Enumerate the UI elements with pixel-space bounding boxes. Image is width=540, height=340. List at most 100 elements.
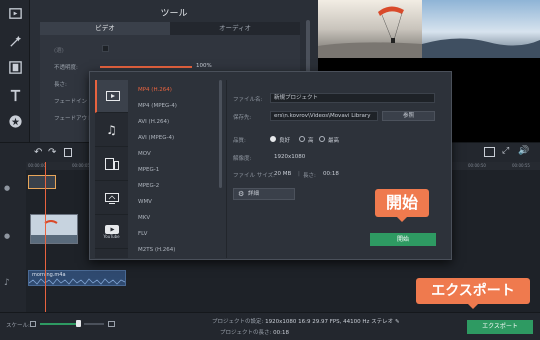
device-icon: [104, 158, 119, 170]
audio-icon: ♫: [106, 123, 117, 137]
format-item[interactable]: FLV: [138, 231, 147, 237]
format-list: MP4 (H.264) MP4 (MPEG-4) AVI (H.264) AVI (M…: [132, 80, 218, 258]
undo-icon[interactable]: ↶: [34, 147, 42, 158]
quality-radio-high[interactable]: [299, 136, 305, 142]
scale-slider[interactable]: [40, 323, 80, 325]
format-item[interactable]: MPEG-2: [138, 183, 159, 189]
filmstrip-icon[interactable]: [4, 56, 26, 78]
quality-label: 品質:: [233, 138, 246, 144]
format-item[interactable]: AVI (H.264): [138, 119, 169, 125]
zoom-out-icon[interactable]: [30, 321, 36, 327]
playhead[interactable]: [45, 162, 46, 312]
export-callout: エクスポート: [416, 278, 530, 309]
trash-icon[interactable]: [64, 148, 72, 157]
crop-checkbox[interactable]: [102, 45, 109, 52]
project-settings: プロジェクトの設定: 1920x1080 16:9 29.97 FPS, 441…: [212, 317, 400, 325]
scale-label: スケール:: [6, 323, 30, 329]
ruler-tick: 00:00:50: [468, 163, 486, 168]
title-clip[interactable]: [28, 175, 56, 189]
zoom-in-icon[interactable]: [108, 321, 115, 327]
export-dialog: ♫ YouTube MP4 (H.264) MP4 (MPEG-4) AVI (H.…: [89, 71, 452, 260]
format-item[interactable]: WMV: [138, 199, 152, 205]
redo-icon[interactable]: ↷: [48, 147, 56, 158]
tab-video[interactable]: ビデオ: [40, 22, 170, 35]
opacity-value: 100%: [196, 63, 212, 69]
eye-icon[interactable]: ●: [4, 232, 10, 240]
length-value: 00:18: [323, 171, 339, 177]
sticker-star-icon[interactable]: [4, 110, 26, 132]
video-clip[interactable]: [30, 214, 78, 244]
category-audio[interactable]: ♫: [95, 114, 128, 147]
format-item[interactable]: AVI (MPEG-4): [138, 135, 174, 141]
quality-high-label: 高: [308, 138, 314, 144]
ruler-tick: 00:00:00: [28, 163, 46, 168]
edit-pencil-icon[interactable]: ✎: [395, 319, 400, 325]
details-label: 詳細: [248, 191, 260, 197]
opacity-slider[interactable]: [100, 66, 192, 68]
quality-radio-good[interactable]: [270, 136, 276, 142]
ruler-tick: 00:00:05: [72, 163, 90, 168]
divider: [226, 80, 227, 258]
format-item[interactable]: MP4 (MPEG-4): [138, 103, 177, 109]
format-item[interactable]: MKV: [138, 215, 150, 221]
format-item[interactable]: M2TS (H.264): [138, 247, 175, 253]
format-item[interactable]: MOV: [138, 151, 151, 157]
browse-button[interactable]: 参照: [382, 111, 435, 121]
project-length-label: プロジェクトの長さ:: [220, 330, 272, 336]
length-label: 長さ:: [303, 173, 316, 179]
export-frame-icon[interactable]: [484, 147, 495, 157]
magic-wand-icon[interactable]: [4, 30, 26, 52]
category-device[interactable]: [95, 148, 128, 181]
quality-good-label: 良好: [279, 138, 291, 144]
bottom-bar: スケール: プロジェクトの設定: 1920x1080 16:9 29.97 FP…: [0, 312, 540, 340]
category-column: ♫ YouTube: [95, 80, 128, 258]
length-label: 長さ:: [54, 82, 67, 88]
import-icon[interactable]: [4, 2, 26, 24]
quality-best-label: 最高: [328, 138, 340, 144]
audio-clip[interactable]: morning.m4a: [28, 270, 126, 286]
crop-hint: (選): [54, 48, 64, 54]
fade-out-label: フェードアウト: [54, 116, 93, 122]
save-path-input[interactable]: ers\n.kovrov\Videos\Movavi Library: [270, 111, 378, 121]
opacity-label: 不透明度:: [54, 65, 78, 71]
format-item[interactable]: MP4 (H.264): [138, 87, 172, 93]
volume-icon[interactable]: 🔊: [518, 146, 529, 156]
category-youtube[interactable]: YouTube: [95, 216, 128, 249]
text-icon[interactable]: [4, 84, 26, 106]
category-tv[interactable]: [95, 182, 128, 215]
music-note-icon: ♪: [4, 278, 10, 288]
video-icon: [105, 91, 120, 101]
details-button[interactable]: ⚙ 詳細: [233, 188, 295, 200]
start-button[interactable]: 開始: [370, 233, 436, 246]
tools-title: ツール: [160, 9, 188, 19]
filesize-value: 20 MB: [274, 171, 292, 177]
resolution-value: 1920x1080: [274, 154, 306, 160]
project-settings-value: 1920x1080 16:9 29.97 FPS, 44100 Hz ステレオ: [265, 319, 394, 325]
export-button[interactable]: エクスポート: [467, 320, 533, 334]
ruler-tick: 00:00:55: [512, 163, 530, 168]
fullscreen-icon[interactable]: ⤢: [502, 146, 509, 156]
project-length-value: 00:18: [273, 330, 289, 336]
tv-icon: [104, 192, 119, 204]
youtube-label: YouTube: [103, 234, 120, 239]
save-to-label: 保存先:: [233, 115, 252, 121]
tool-sidebar: [0, 0, 30, 160]
separator: |: [298, 171, 300, 177]
filename-input[interactable]: 新規プロジェクト: [270, 93, 435, 103]
youtube-icon: [104, 225, 119, 234]
gear-icon: ⚙: [238, 190, 245, 198]
format-scrollbar[interactable]: [219, 80, 222, 188]
scale-slider-thumb[interactable]: [76, 320, 81, 327]
eye-icon[interactable]: ●: [4, 184, 10, 192]
project-length: プロジェクトの長さ: 00:18: [220, 328, 289, 336]
scale-slider-track: [84, 323, 104, 325]
filesize-label: ファイル サイズ:: [233, 173, 275, 179]
format-item[interactable]: MPEG-1: [138, 167, 159, 173]
project-settings-label: プロジェクトの設定:: [212, 319, 264, 325]
fade-in-label: フェードイン: [54, 99, 88, 105]
filename-label: ファイル名:: [233, 97, 263, 103]
category-video[interactable]: [95, 80, 128, 113]
tab-audio[interactable]: オーディオ: [170, 22, 300, 35]
quality-radio-best[interactable]: [319, 136, 325, 142]
resolution-label: 解像度:: [233, 156, 252, 162]
